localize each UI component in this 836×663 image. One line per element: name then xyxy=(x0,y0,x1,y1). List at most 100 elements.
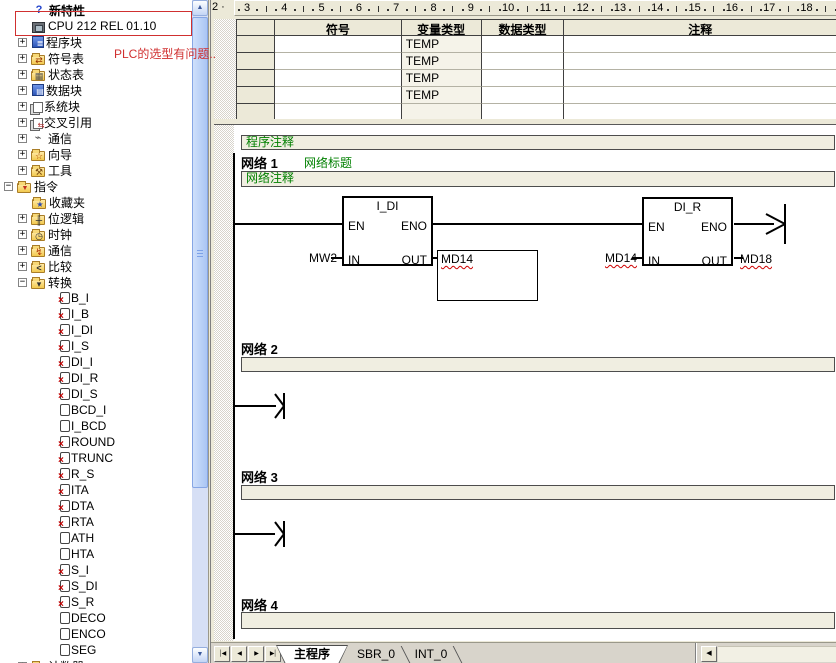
nav-prev-icon[interactable]: ◀ xyxy=(231,646,247,662)
network1-comment-box[interactable]: 网络注释 xyxy=(241,171,835,187)
symbol-cell[interactable] xyxy=(275,104,402,120)
comment-cell[interactable] xyxy=(564,87,836,104)
tree-item-BCD_I[interactable]: BCD_I xyxy=(0,402,192,418)
operand-selection-box[interactable]: MD14 xyxy=(437,250,538,301)
comment-cell[interactable] xyxy=(564,70,836,87)
tree-item-比较[interactable]: +<比较 xyxy=(0,258,192,274)
network1-label[interactable]: 网络 1 xyxy=(241,153,278,172)
tab-INT_0[interactable]: INT_0 xyxy=(405,646,457,663)
tree-item-SEG[interactable]: SEG xyxy=(0,642,192,658)
expander-icon[interactable]: + xyxy=(18,102,27,111)
function-block-dir[interactable]: DI_R EN ENO IN OUT xyxy=(642,197,733,266)
function-block-idi[interactable]: I_DI EN ENO IN OUT xyxy=(342,196,433,266)
row-header-cell[interactable] xyxy=(237,87,275,104)
expander-icon[interactable]: + xyxy=(18,262,27,271)
expander-icon[interactable]: + xyxy=(18,166,27,175)
row-header-cell[interactable] xyxy=(237,36,275,53)
data-type-cell[interactable] xyxy=(482,53,565,70)
comment-cell[interactable] xyxy=(564,53,836,70)
var-type-cell[interactable]: TEMP xyxy=(402,70,482,87)
tree-item-DI_I[interactable]: ×DI_I xyxy=(0,354,192,370)
tree-item-时钟[interactable]: +◷时钟 xyxy=(0,226,192,242)
tree-item-DI_R[interactable]: ×DI_R xyxy=(0,370,192,386)
tree-item-ITA[interactable]: ×ITA xyxy=(0,482,192,498)
expander-icon[interactable]: + xyxy=(18,150,27,159)
tree-item-R_S[interactable]: ×R_S xyxy=(0,466,192,482)
var-type-cell[interactable]: TEMP xyxy=(402,36,482,53)
scrollbar-thumb[interactable] xyxy=(192,17,208,488)
tree-item-数据块[interactable]: +▤数据块 xyxy=(0,82,192,98)
tree-item-通信[interactable]: +⌁通信 xyxy=(0,130,192,146)
tree-item-I_BCD[interactable]: I_BCD xyxy=(0,418,192,434)
network2-comment-box[interactable] xyxy=(241,357,835,372)
comment-cell[interactable] xyxy=(564,104,836,120)
tree-item-向导[interactable]: +☆向导 xyxy=(0,146,192,162)
tree-item-DTA[interactable]: ×DTA xyxy=(0,498,192,514)
tree-item-RTA[interactable]: ×RTA xyxy=(0,514,192,530)
expander-icon[interactable]: + xyxy=(18,54,27,63)
tree-item-HTA[interactable]: HTA xyxy=(0,546,192,562)
tree-item-ENCO[interactable]: ENCO xyxy=(0,626,192,642)
tab-SBR_0[interactable]: SBR_0 xyxy=(347,646,405,663)
tree-item-计数器[interactable]: +计数器 xyxy=(0,658,192,663)
tree-item-交叉引用[interactable]: +⇆交叉引用 xyxy=(0,114,192,130)
tree-item-I_B[interactable]: ×I_B xyxy=(0,306,192,322)
expander-icon[interactable]: + xyxy=(18,246,27,255)
tab-主程序[interactable]: 主程序 xyxy=(277,646,347,663)
row-header-cell[interactable] xyxy=(237,70,275,87)
tree-item-指令[interactable]: −▼指令 xyxy=(0,178,192,194)
tree-item-S_DI[interactable]: ×S_DI xyxy=(0,578,192,594)
var-type-cell[interactable]: TEMP xyxy=(402,87,482,104)
operand-md14-out[interactable]: MD14 xyxy=(441,252,473,266)
network3-label[interactable]: 网络 3 xyxy=(241,467,278,486)
nav-next-icon[interactable]: ▶ xyxy=(248,646,264,662)
program-comment-box[interactable]: 程序注释 xyxy=(241,135,835,150)
var-type-cell[interactable]: TEMP xyxy=(402,53,482,70)
row-header-cell[interactable] xyxy=(237,104,275,120)
hscroll-left-button[interactable]: ◀ xyxy=(701,646,717,662)
tree-item-转换[interactable]: −▾转换 xyxy=(0,274,192,290)
tree-item-系统块[interactable]: +系统块 xyxy=(0,98,192,114)
symbol-cell[interactable] xyxy=(275,36,402,53)
tree-item-ROUND[interactable]: ×ROUND xyxy=(0,434,192,450)
expander-icon[interactable]: − xyxy=(18,278,27,287)
nav-first-icon[interactable]: │◀ xyxy=(214,646,230,662)
network3-comment-box[interactable] xyxy=(241,485,835,500)
scroll-up-button[interactable]: ▲ xyxy=(192,0,208,16)
expander-icon[interactable]: + xyxy=(18,118,27,127)
expander-icon[interactable]: + xyxy=(18,70,27,79)
tree-item-B_I[interactable]: ×B_I xyxy=(0,290,192,306)
tree-scrollbar[interactable]: ▲ ▼ xyxy=(192,0,209,663)
tree-item-S_I[interactable]: ×S_I xyxy=(0,562,192,578)
tree-item-位逻辑[interactable]: +╫位逻辑 xyxy=(0,210,192,226)
tree-item-状态表[interactable]: +▦状态表 xyxy=(0,66,192,82)
tree-item-DI_S[interactable]: ×DI_S xyxy=(0,386,192,402)
symbol-cell[interactable] xyxy=(275,53,402,70)
data-type-cell[interactable] xyxy=(482,36,565,53)
tree-item-ATH[interactable]: ATH xyxy=(0,530,192,546)
operand-md18[interactable]: MD18 xyxy=(740,252,772,266)
tree-item-I_DI[interactable]: ×I_DI xyxy=(0,322,192,338)
tree-item-收藏夹[interactable]: ★收藏夹 xyxy=(0,194,192,210)
tree-item-工具[interactable]: +⚒工具 xyxy=(0,162,192,178)
network4-comment-box[interactable] xyxy=(241,612,835,629)
network1-title[interactable]: 网络标题 xyxy=(304,154,352,171)
network2-label[interactable]: 网络 2 xyxy=(241,339,278,358)
tree-item-TRUNC[interactable]: ×TRUNC xyxy=(0,450,192,466)
data-type-cell[interactable] xyxy=(482,70,565,87)
comment-cell[interactable] xyxy=(564,36,836,53)
row-header-cell[interactable] xyxy=(237,53,275,70)
operand-mw2[interactable]: MW2 xyxy=(295,251,337,265)
expander-icon[interactable]: + xyxy=(18,38,27,47)
expander-icon[interactable]: + xyxy=(18,214,27,223)
expander-icon[interactable]: + xyxy=(18,230,27,239)
operand-md14-in[interactable]: MD14 xyxy=(595,251,637,265)
data-type-cell[interactable] xyxy=(482,104,565,120)
tree-item-DECO[interactable]: DECO xyxy=(0,610,192,626)
data-type-cell[interactable] xyxy=(482,87,565,104)
tree-item-通信[interactable]: +↯通信 xyxy=(0,242,192,258)
var-type-cell[interactable] xyxy=(402,104,482,120)
scroll-down-button[interactable]: ▼ xyxy=(192,647,208,663)
expander-icon[interactable]: + xyxy=(18,134,27,143)
hscroll-track[interactable] xyxy=(718,646,836,662)
